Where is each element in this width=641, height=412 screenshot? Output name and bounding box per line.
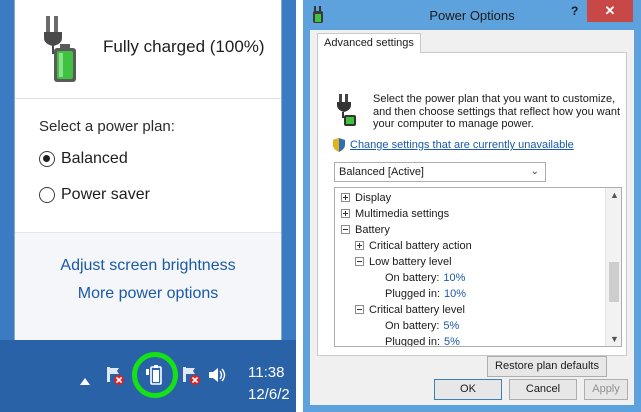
plan-label: Power saver [61,186,150,203]
tree-item-multimedia[interactable]: Multimedia settings [341,207,449,221]
tree-item-low-battery-level[interactable]: Low battery level [355,255,452,269]
network-error-icon[interactable] [104,364,126,386]
tree-label: Critical battery level [369,304,465,316]
tree-label: On battery: [385,272,440,284]
collapse-icon[interactable] [341,225,350,234]
adjust-brightness-link[interactable]: Adjust screen brightness [15,257,281,275]
tree-label: On battery: [385,320,440,332]
action-center-icon[interactable] [180,364,202,386]
scroll-up-icon[interactable]: ▲ [610,190,619,200]
tree-item-critical-battery-level[interactable]: Critical battery level [355,303,465,317]
title-bar[interactable]: Power Options ? ✕ [303,0,641,30]
more-power-options-link[interactable]: More power options [15,285,281,303]
divider [15,98,281,99]
power-plan-header: Select a power plan: [39,118,175,135]
tree-value[interactable]: 10% [444,288,466,300]
tree-item-critical-action[interactable]: Critical battery action [355,239,472,253]
apply-button[interactable]: Apply [584,379,628,400]
tree-label: Battery [355,224,390,236]
expand-icon[interactable] [341,193,350,202]
tree-label: Display [355,192,392,204]
tree-value[interactable]: 10% [443,272,465,284]
power-plan-select[interactable]: Balanced [Active] ⌄ [334,162,546,182]
expand-icon[interactable] [341,209,350,218]
ok-button[interactable]: OK [434,379,502,400]
scroll-down-icon[interactable]: ▼ [610,334,619,344]
battery-flyout-panel: Fully charged (100%) Select a power plan… [0,0,296,412]
taskbar-clock[interactable]: 11:38 12/6/2 [248,362,290,406]
tree-scrollbar[interactable]: ▲ ▼ [605,188,621,346]
clock-date: 12/6/2 [248,386,290,403]
desktop-background-right [282,0,296,340]
radio-selected-icon[interactable] [39,151,55,167]
tree-item-low-plugged-in[interactable]: Plugged in: 10% [385,287,466,301]
flyout-links-area: Adjust screen brightness More power opti… [15,232,281,340]
battery-icon-highlight-ring [132,352,178,398]
tree-item-critical-on-battery[interactable]: On battery: 5% [385,319,459,333]
tree-label: Multimedia settings [355,208,450,220]
change-settings-link[interactable]: Change settings that are currently unava… [350,139,574,151]
taskbar: 11:38 12/6/2 [0,340,296,412]
tab-advanced-settings[interactable]: Advanced settings [317,33,421,53]
select-value: Balanced [Active] [339,166,424,178]
tree-item-low-on-battery[interactable]: On battery: 10% [385,271,465,285]
dialog-body: Advanced settings Select the power plan … [310,30,634,405]
tree-item-battery[interactable]: Battery [341,223,390,237]
tree-item-critical-plugged-in[interactable]: Plugged in: 5% [385,335,460,347]
uac-shield-icon [333,138,345,152]
battery-flyout: Fully charged (100%) Select a power plan… [14,0,282,340]
plan-option-balanced[interactable]: Balanced [39,150,128,168]
radio-unselected-icon[interactable] [39,187,55,203]
tree-label: Critical battery action [369,240,472,252]
expand-icon[interactable] [355,241,364,250]
speaker-icon[interactable] [206,364,228,386]
close-button[interactable]: ✕ [587,0,633,22]
power-plan-icon [337,94,356,126]
tree-label: Plugged in: [385,288,441,300]
tree-label: Plugged in: [385,336,441,347]
clock-time: 11:38 [248,364,285,381]
collapse-icon[interactable] [355,257,364,266]
tree-value[interactable]: 5% [444,336,460,346]
battery-status-text: Fully charged (100%) [103,37,265,56]
tree-label: Low battery level [369,256,452,268]
chevron-down-icon[interactable]: ⌄ [531,163,539,181]
settings-tree[interactable]: Display Multimedia settings Battery Crit… [334,187,622,347]
battery-full-icon [44,16,76,82]
tree-item-display[interactable]: Display [341,191,391,205]
scrollbar-thumb[interactable] [609,262,619,302]
plan-label: Balanced [61,150,128,167]
intro-text: Select the power plan that you want to c… [373,93,621,130]
tab-panel: Select the power plan that you want to c… [317,52,627,377]
desktop-background [0,0,14,340]
power-options-window: Power Options ? ✕ Advanced settings Sele… [303,0,641,412]
restore-plan-defaults-button[interactable]: Restore plan defaults [487,356,607,377]
plan-option-power-saver[interactable]: Power saver [39,186,150,204]
cancel-button[interactable]: Cancel [509,379,577,400]
help-button[interactable]: ? [571,4,578,18]
collapse-icon[interactable] [355,305,364,314]
chevron-up-icon[interactable] [80,378,90,385]
tree-value[interactable]: 5% [443,320,459,332]
